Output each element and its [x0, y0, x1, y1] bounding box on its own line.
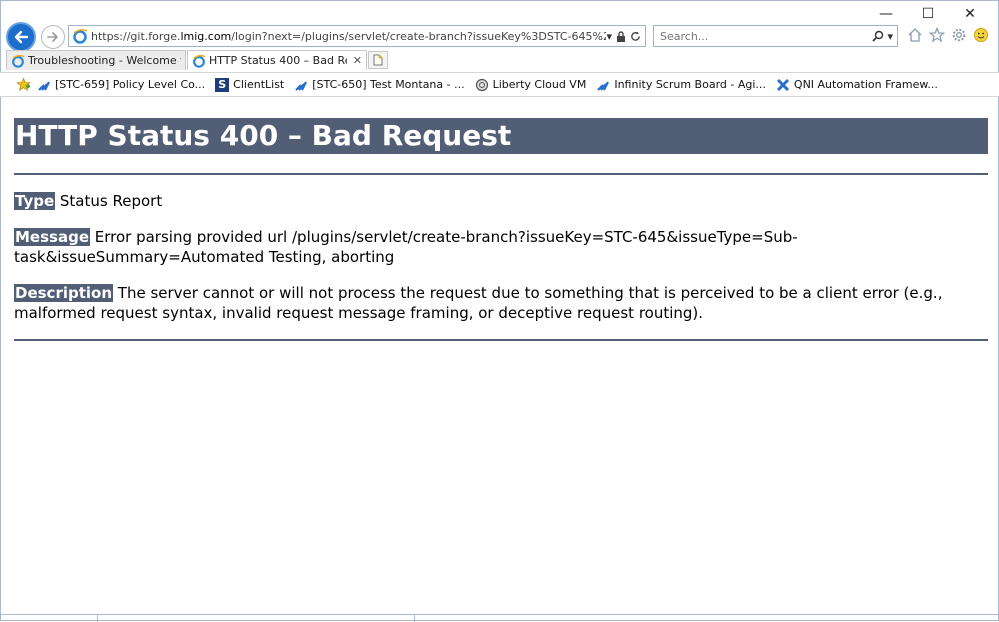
toolbar-icons	[906, 26, 990, 44]
forward-button[interactable]	[41, 25, 65, 49]
jira-icon	[294, 78, 308, 92]
add-favorites-button[interactable]	[16, 77, 31, 92]
url-text[interactable]: https://git.forge.lmig.com/login?next=/p…	[91, 30, 606, 43]
favorite-qni-automation[interactable]: QNI Automation Framew...	[776, 78, 938, 92]
feedback-button[interactable]	[972, 26, 990, 44]
favorite-infinity-scrum-board[interactable]: Infinity Scrum Board - Agi...	[596, 78, 766, 92]
search-tools: ▾	[872, 30, 897, 43]
search-icon[interactable]	[872, 30, 884, 42]
home-button[interactable]	[906, 26, 924, 44]
favorites-star-icon	[16, 77, 31, 91]
message-line: Message Error parsing provided url /plug…	[14, 227, 988, 267]
search-box[interactable]: ▾	[653, 25, 898, 47]
description-label: Description	[14, 284, 114, 302]
search-dropdown-icon[interactable]: ▾	[887, 30, 893, 43]
divider	[14, 173, 988, 175]
type-line: Type Status Report	[14, 191, 988, 211]
ie-page-icon	[73, 29, 88, 44]
page-title: HTTP Status 400 – Bad Request	[14, 118, 988, 154]
tab-bar: Troubleshooting - Welcome to... HTTP Sta…	[0, 50, 999, 71]
address-tools: ▾	[606, 30, 645, 43]
page-content: HTTP Status 400 – Bad Request Type Statu…	[14, 98, 988, 341]
refresh-icon[interactable]	[630, 30, 641, 42]
star-icon	[929, 27, 945, 43]
cross-icon	[776, 78, 790, 92]
new-tab-button[interactable]	[368, 51, 388, 69]
back-arrow-icon	[14, 30, 29, 44]
favorite-label: [STC-659] Policy Level Co...	[55, 78, 206, 91]
message-value: Error parsing provided url /plugins/serv…	[14, 228, 798, 266]
type-value: Status Report	[55, 192, 163, 210]
type-label: Type	[14, 192, 56, 210]
dropdown-icon[interactable]: ▾	[606, 30, 612, 43]
description-line: Description The server cannot or will no…	[14, 283, 988, 323]
navigation-bar: https://git.forge.lmig.com/login?next=/p…	[0, 20, 999, 52]
ie-tab-icon	[12, 54, 25, 68]
globe-icon	[475, 78, 489, 92]
favorite-clientlist[interactable]: S ClientList	[215, 77, 285, 92]
divider	[14, 339, 988, 341]
description-value: The server cannot or will not process th…	[14, 284, 943, 322]
back-button[interactable]	[6, 22, 36, 52]
ie-tab-icon	[193, 54, 206, 68]
favorite-label: Infinity Scrum Board - Agi...	[614, 78, 766, 91]
favorite-stc-650[interactable]: [STC-650] Test Montana - ...	[294, 78, 465, 92]
tab-close-icon[interactable]: ✕	[353, 54, 362, 67]
favorite-label: QNI Automation Framew...	[793, 78, 938, 91]
s-icon: S	[215, 77, 230, 92]
jira-icon	[37, 78, 51, 92]
tab-title: HTTP Status 400 – Bad Req...	[209, 54, 347, 67]
message-label: Message	[14, 228, 90, 246]
home-icon	[908, 28, 922, 42]
favorite-label: ClientList	[233, 78, 285, 91]
favorite-liberty-cloud-vm[interactable]: Liberty Cloud VM	[475, 78, 587, 92]
new-tab-icon	[373, 54, 383, 66]
favorite-stc-659[interactable]: [STC-659] Policy Level Co...	[37, 78, 205, 92]
tab-troubleshooting[interactable]: Troubleshooting - Welcome to...	[6, 50, 186, 70]
tab-http-status-400[interactable]: HTTP Status 400 – Bad Req... ✕	[187, 50, 367, 70]
address-bar[interactable]: https://git.forge.lmig.com/login?next=/p…	[68, 25, 646, 47]
settings-button[interactable]	[950, 26, 968, 44]
lock-icon[interactable]	[616, 30, 626, 42]
smiley-icon	[974, 28, 988, 42]
favorites-button[interactable]	[928, 26, 946, 44]
tab-title: Troubleshooting - Welcome to...	[28, 54, 181, 67]
favorite-label: Liberty Cloud VM	[492, 78, 587, 91]
jira-icon	[596, 78, 610, 92]
search-input[interactable]	[654, 28, 873, 44]
favorite-label: [STC-650] Test Montana - ...	[312, 78, 465, 91]
favorites-bar: [STC-659] Policy Level Co... S ClientLis…	[0, 72, 999, 97]
forward-arrow-icon	[47, 32, 58, 42]
gear-icon	[952, 28, 966, 42]
